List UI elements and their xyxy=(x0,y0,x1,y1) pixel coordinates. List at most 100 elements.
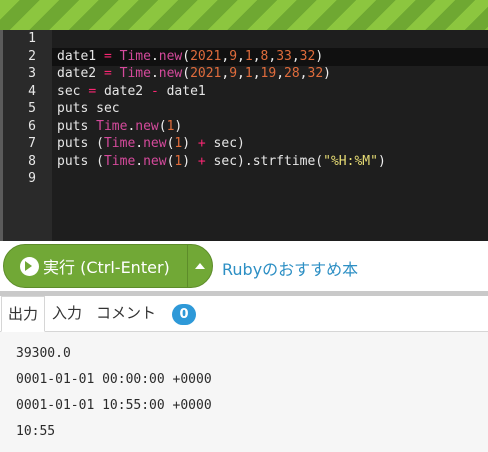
code-token: Time xyxy=(103,136,136,151)
run-button-group: 実行 (Ctrl-Enter) xyxy=(3,244,213,288)
code-token: 33 xyxy=(276,48,292,64)
code-token: + xyxy=(197,153,206,169)
code-token: , xyxy=(268,48,277,64)
code-token: , xyxy=(276,66,285,81)
ruby-books-link[interactable]: Rubyのおすすめ本 xyxy=(222,256,358,280)
code-token: new xyxy=(135,118,159,134)
code-token: 2021 xyxy=(190,66,222,81)
run-button[interactable]: 実行 (Ctrl-Enter) xyxy=(4,245,187,287)
code-line[interactable]: 3 date2 = Time.new(2021,9,1,19,28,32) xyxy=(0,65,488,83)
code-line[interactable]: 9 xyxy=(0,170,488,188)
line-number: 2 xyxy=(28,48,36,64)
code-token: 19 xyxy=(260,66,277,81)
output-line: 39300.0 xyxy=(16,346,71,361)
play-circle-icon xyxy=(20,256,39,276)
code-token: new xyxy=(158,48,183,64)
code-token: ) xyxy=(315,48,324,64)
code-line[interactable]: 2 date1 = Time.new(2021,9,1,8,33,32) xyxy=(0,48,488,66)
code-token: puts ( xyxy=(57,136,104,151)
code-token: sec xyxy=(57,83,89,99)
code-line[interactable]: 8 puts (Time.new(1) + sec).strftime("%H:%… xyxy=(0,153,488,171)
code-token: new xyxy=(158,66,183,81)
caret-up-icon xyxy=(195,263,205,269)
code-token: 9 xyxy=(229,66,238,81)
code-text: puts (Time.new(1) + sec) xyxy=(57,135,245,153)
code-text: puts (Time.new(1) + sec).strftime("%H:%M… xyxy=(57,153,386,171)
code-token: ) xyxy=(174,118,183,134)
tab-comment[interactable]: コメント xyxy=(96,296,156,331)
line-number: 1 xyxy=(28,31,36,46)
line-number: 6 xyxy=(28,118,36,134)
code-token: . xyxy=(150,48,159,64)
code-token: , xyxy=(237,66,245,81)
code-token: ) xyxy=(182,153,198,169)
code-token: Time xyxy=(103,153,136,169)
code-token: ( xyxy=(182,48,191,64)
code-token: ( xyxy=(182,66,191,81)
code-token: puts ( xyxy=(57,153,104,169)
run-options-dropdown[interactable] xyxy=(188,245,212,287)
code-token: - xyxy=(150,83,159,99)
output-tabs: 出力 入力 コメント xyxy=(0,296,488,332)
line-number: 5 xyxy=(28,101,36,116)
code-text: puts Time.new(1) xyxy=(57,118,182,136)
line-number: 9 xyxy=(28,171,36,186)
code-token: = xyxy=(103,66,112,81)
output-line: 0001-01-01 00:00:00 +0000 xyxy=(16,372,212,387)
code-line[interactable]: 6 puts Time.new(1) xyxy=(0,118,488,136)
code-text: puts sec xyxy=(57,100,120,118)
code-token: Time xyxy=(119,48,151,64)
code-token: 28 xyxy=(284,66,300,81)
code-token: date1 xyxy=(158,83,206,99)
code-token: new xyxy=(143,136,167,151)
code-token: 1 xyxy=(244,66,253,81)
line-number: 7 xyxy=(28,136,36,151)
code-text: sec = date2 - date1 xyxy=(57,83,206,101)
code-editor[interactable]: 1 2 date1 = Time.new(2021,9,1,8,33,32) 3 dat… xyxy=(0,30,488,241)
code-token: Time xyxy=(96,118,128,134)
output-line: 10:55 xyxy=(16,424,56,439)
code-token: ) xyxy=(377,153,386,169)
code-token: 32 xyxy=(307,66,324,81)
code-token: sec).strftime( xyxy=(205,153,324,169)
code-token: + xyxy=(197,136,206,151)
code-token: . xyxy=(135,136,144,151)
code-token: "%H:%M" xyxy=(323,153,378,169)
code-line[interactable]: 5 puts sec xyxy=(0,100,488,118)
code-token: , xyxy=(291,48,300,64)
code-token: 2021 xyxy=(190,48,222,64)
code-lines[interactable]: 1 2 date1 = Time.new(2021,9,1,8,33,32) 3 dat… xyxy=(0,30,488,188)
code-token: , xyxy=(237,48,245,64)
code-token: date2 xyxy=(96,83,151,99)
line-number: 4 xyxy=(28,83,36,99)
code-line[interactable]: 7 puts (Time.new(1) + sec) xyxy=(0,135,488,153)
code-token: , xyxy=(252,66,261,81)
code-token: . xyxy=(135,153,144,169)
code-token: 9 xyxy=(229,48,238,64)
code-token: = xyxy=(88,83,97,99)
code-line[interactable]: 4 sec = date2 - date1 xyxy=(0,83,488,101)
line-number: 8 xyxy=(28,153,36,169)
code-token: , xyxy=(252,48,261,64)
code-token: 1 xyxy=(244,48,253,64)
editor-header-stripe xyxy=(0,0,488,30)
code-token: 32 xyxy=(299,48,316,64)
comment-count-badge: 0 xyxy=(172,304,196,325)
code-token: date2 xyxy=(57,66,104,81)
code-token: = xyxy=(103,48,112,64)
line-number: 3 xyxy=(28,66,36,81)
code-token: ) xyxy=(182,136,198,151)
code-token: , xyxy=(299,66,308,81)
output-line: 0001-01-01 10:55:00 +0000 xyxy=(16,398,212,413)
tab-output[interactable]: 出力 xyxy=(1,296,45,332)
output-panel: 39300.0 0001-01-01 00:00:00 +0000 0001-0… xyxy=(0,332,488,452)
tab-input[interactable]: 入力 xyxy=(52,296,82,331)
code-token: ) xyxy=(323,66,331,81)
code-text: date2 = Time.new(2021,9,1,19,28,32) xyxy=(57,65,331,83)
code-token: puts sec xyxy=(57,101,120,116)
code-text: date1 = Time.new(2021,9,1,8,33,32) xyxy=(57,48,323,66)
code-line[interactable]: 1 xyxy=(0,30,488,48)
code-token: puts xyxy=(57,118,97,134)
